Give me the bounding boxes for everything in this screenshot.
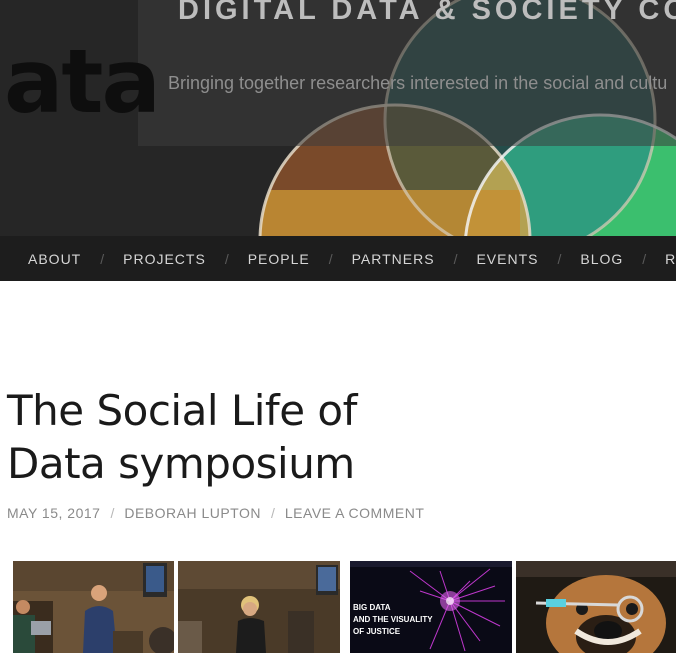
gallery-photo-slide[interactable]: BIG DATA AND THE VISUALITY OF JUSTICE bbox=[350, 561, 512, 653]
slide-caption: BIG DATA AND THE VISUALITY OF JUSTICE bbox=[353, 602, 433, 638]
nav-separator: / bbox=[453, 250, 458, 267]
nav-separator: / bbox=[328, 250, 333, 267]
photo-image bbox=[516, 561, 676, 653]
nav-separator: / bbox=[224, 250, 229, 267]
site-title[interactable]: DIGITAL DATA & SOCIETY CO bbox=[178, 0, 676, 27]
nav-separator: / bbox=[642, 250, 647, 267]
post-date-link[interactable]: MAY 15, 2017 bbox=[7, 505, 100, 521]
slide-caption-line: BIG DATA bbox=[353, 603, 391, 612]
nav-item-resources[interactable]: RESOU bbox=[665, 251, 676, 267]
nav-separator: / bbox=[557, 250, 562, 267]
site-logo-text[interactable]: ata bbox=[4, 38, 161, 126]
post-title[interactable]: The Social Life of Data symposium bbox=[7, 384, 427, 490]
nav-item-people[interactable]: PEOPLE bbox=[248, 251, 310, 267]
photo-image bbox=[13, 561, 174, 653]
leave-comment-link[interactable]: LEAVE A COMMENT bbox=[285, 505, 425, 521]
site-tagline: Bringing together researchers interested… bbox=[168, 73, 668, 93]
main-navigation: ABOUT / PROJECTS / PEOPLE / PARTNERS / E… bbox=[0, 236, 676, 281]
nav-item-events[interactable]: EVENTS bbox=[476, 251, 538, 267]
nav-item-partners[interactable]: PARTNERS bbox=[352, 251, 435, 267]
meta-separator: / bbox=[271, 505, 275, 521]
meta-separator: / bbox=[110, 505, 115, 521]
nav-item-blog[interactable]: BLOG bbox=[580, 251, 623, 267]
nav-separator: / bbox=[100, 250, 105, 267]
nav-item-about[interactable]: ABOUT bbox=[28, 251, 81, 267]
post-meta: MAY 15, 2017 / DEBORAH LUPTON / LEAVE A … bbox=[7, 505, 424, 521]
gallery-photo-speaker-female[interactable] bbox=[178, 561, 340, 653]
photo-image bbox=[178, 561, 340, 653]
gallery-photo-speaker-male[interactable] bbox=[13, 561, 174, 653]
slide-caption-line: AND THE VISUALITY bbox=[353, 615, 433, 624]
nav-item-projects[interactable]: PROJECTS bbox=[123, 251, 206, 267]
slide-caption-line: OF JUSTICE bbox=[353, 627, 401, 636]
post-author-link[interactable]: DEBORAH LUPTON bbox=[124, 505, 261, 521]
header-banner: ata DIGITAL DATA & SOCIETY CO Bringing t… bbox=[0, 0, 676, 236]
gallery-photo-dog[interactable] bbox=[516, 561, 676, 653]
